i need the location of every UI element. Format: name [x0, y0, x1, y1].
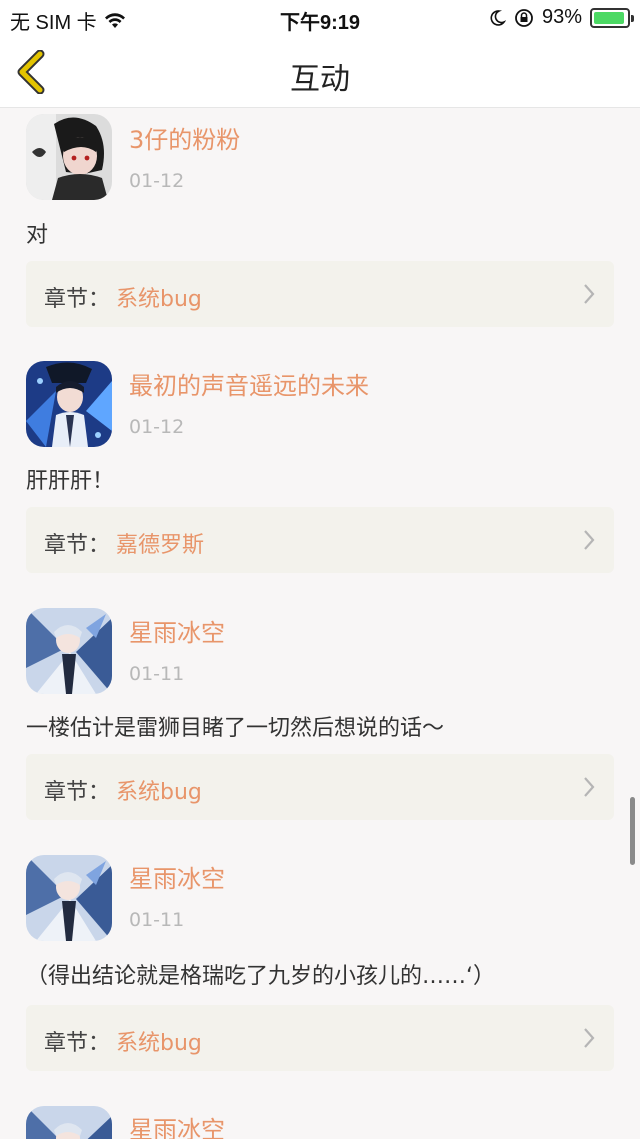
chevron-right-icon: [584, 1028, 595, 1048]
chapter-name: 系统bug: [116, 287, 202, 312]
chapter-link[interactable]: 章节： 系统bug: [26, 754, 614, 820]
username[interactable]: 最初的声音遥远的未来: [129, 366, 369, 401]
post-date: 01-12: [129, 170, 185, 192]
scrollbar[interactable]: [630, 797, 635, 865]
chapter-label: 章节：: [44, 287, 111, 312]
interaction-feed[interactable]: 3仔的粉粉 01-12 对 章节： 系统bug 最初的声音遥远的未来 01-12…: [0, 108, 640, 1139]
chevron-right-icon: [584, 530, 595, 550]
chapter-label: 章节：: [44, 533, 111, 558]
post-date: 01-11: [129, 663, 185, 685]
navigation-bar: 互动: [0, 34, 640, 108]
chapter-name: 嘉德罗斯: [116, 533, 205, 558]
chapter-name: 系统bug: [116, 780, 202, 805]
chapter-label: 章节：: [44, 1031, 111, 1056]
post-date: 01-11: [129, 909, 185, 931]
avatar[interactable]: [26, 361, 112, 447]
chapter-link[interactable]: 章节： 系统bug: [26, 261, 614, 327]
battery-percent: 93%: [541, 6, 582, 28]
comment-text: （得出结论就是格瑞吃了九岁的小孩儿的……‘）: [26, 964, 495, 989]
chevron-right-icon: [584, 284, 595, 304]
comment-text: 肝肝肝！: [26, 469, 115, 494]
avatar[interactable]: [26, 114, 112, 200]
comment-text: 一楼估计是雷狮目睹了一切然后想说的话～: [26, 716, 445, 741]
avatar[interactable]: [26, 1106, 112, 1139]
avatar[interactable]: [26, 855, 112, 941]
chapter-link[interactable]: 章节： 系统bug: [26, 1005, 614, 1071]
moon-icon: [490, 9, 506, 26]
page-title: 互动: [290, 62, 350, 97]
rotation-lock-icon: [515, 8, 533, 27]
chapter-link[interactable]: 章节： 嘉德罗斯: [26, 507, 614, 573]
comment-text: 对: [26, 223, 49, 248]
username[interactable]: 星雨冰空: [129, 613, 225, 648]
post-date: 01-12: [129, 416, 185, 438]
status-bar: 无 SIM 卡 下午9:19 93%: [0, 0, 640, 34]
chapter-label: 章节：: [44, 780, 111, 805]
battery-level: [594, 11, 624, 24]
chapter-name: 系统bug: [116, 1031, 202, 1056]
username[interactable]: 3仔的粉粉: [129, 120, 240, 155]
battery-icon: [590, 7, 634, 28]
status-right: 93%: [488, 6, 634, 29]
username[interactable]: 星雨冰空: [129, 859, 225, 894]
username[interactable]: 星雨冰空: [129, 1110, 225, 1139]
avatar[interactable]: [26, 608, 112, 694]
chevron-right-icon: [584, 777, 595, 797]
